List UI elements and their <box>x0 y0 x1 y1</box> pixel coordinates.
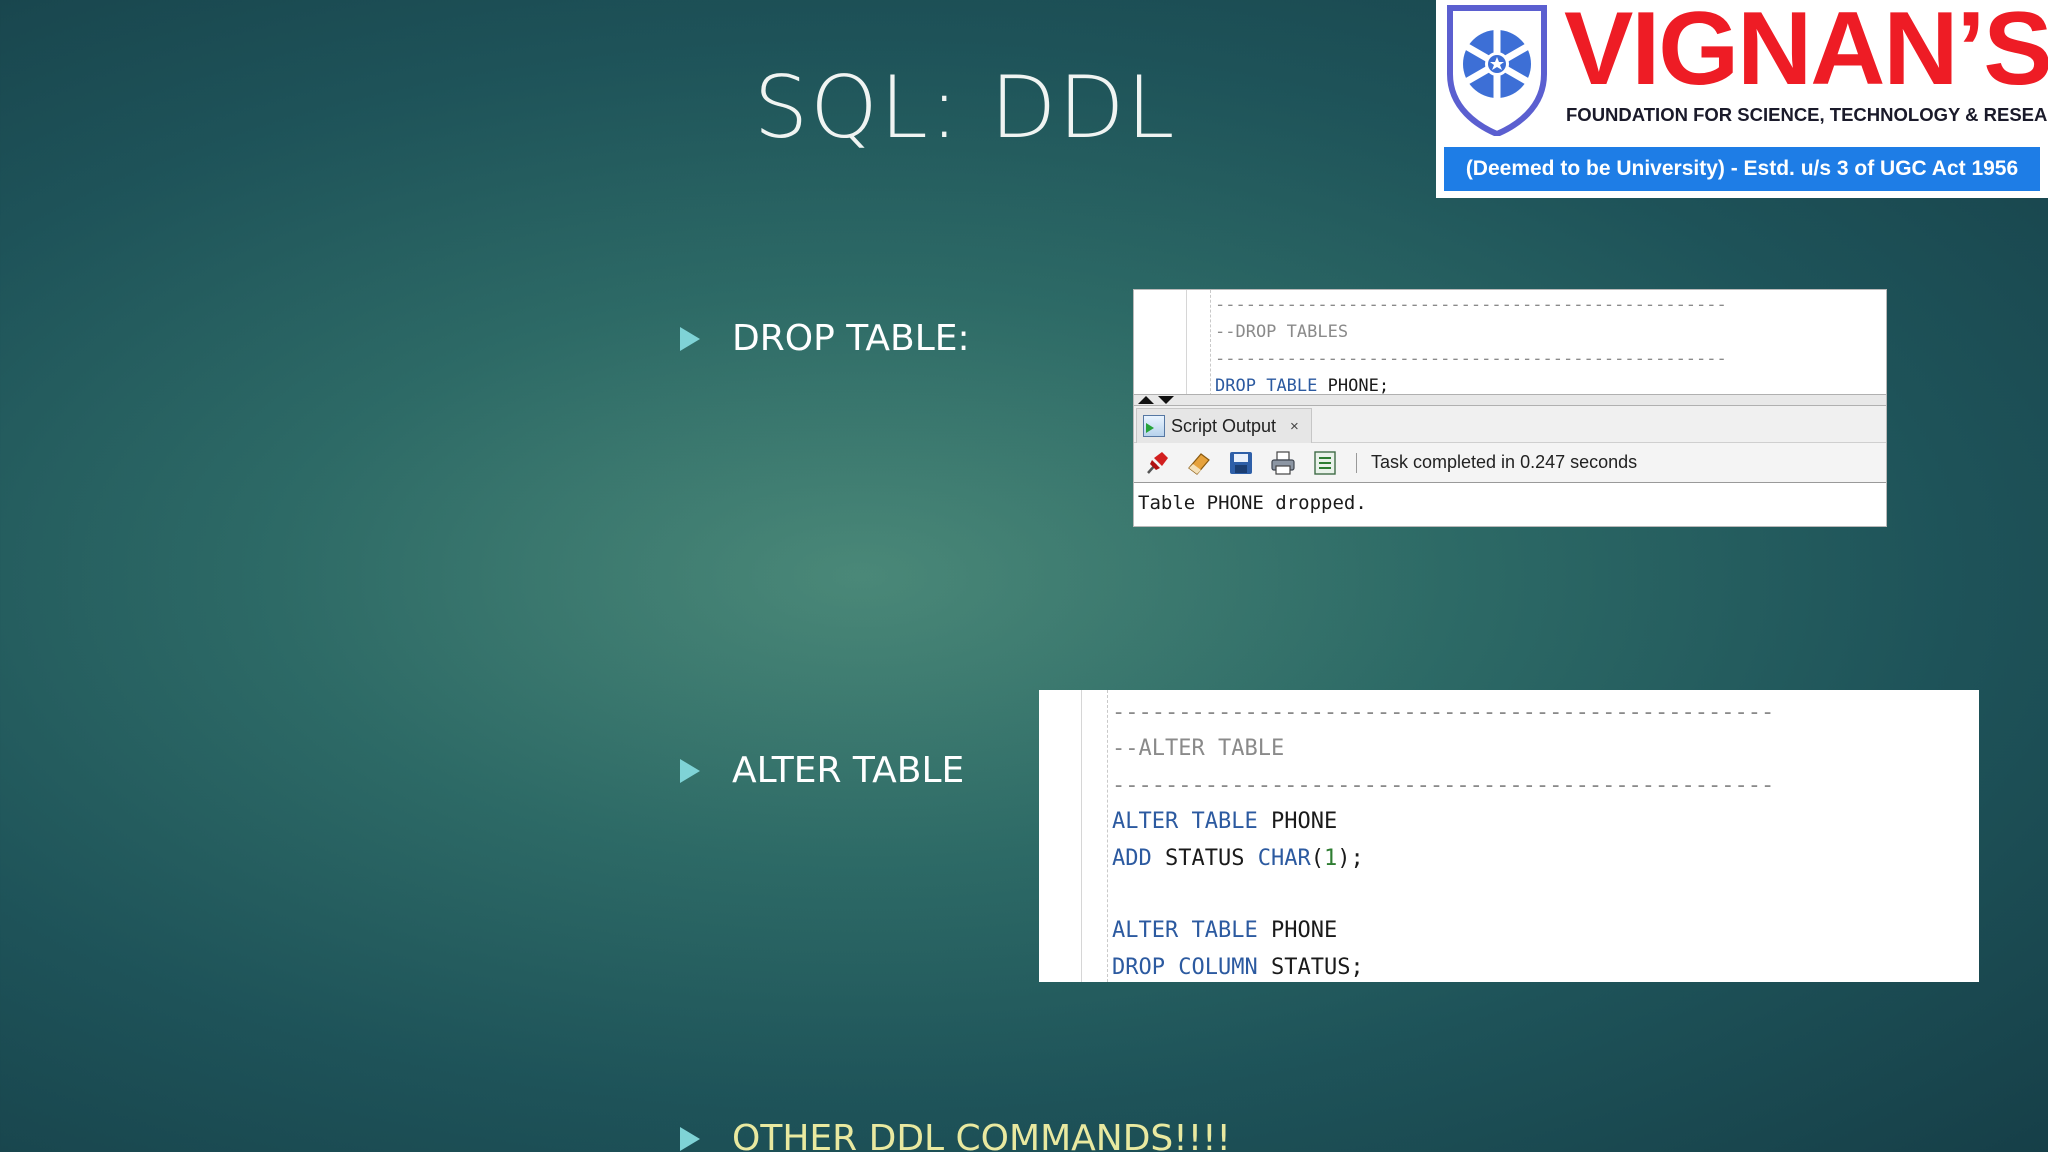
tab-label: Script Output <box>1171 415 1277 436</box>
logo-tagline-band: (Deemed to be University) - Estd. u/s 3 … <box>1444 147 2040 191</box>
statement-line: ALTER TABLE PHONE <box>1108 804 1979 840</box>
panel-splitter[interactable] <box>1134 394 1886 406</box>
identifier: STATUS; <box>1257 954 1364 980</box>
keyword: ALTER <box>1112 809 1179 835</box>
identifier: PHONE <box>1257 918 1338 944</box>
bullet-label: OTHER DDL COMMANDS!!!! <box>732 1118 1231 1152</box>
keyword: ALTER <box>1112 918 1179 944</box>
bullet-other-ddl: OTHER DDL COMMANDS!!!! <box>680 1118 1231 1152</box>
keyword: ADD <box>1112 845 1152 871</box>
save-icon <box>1230 451 1252 474</box>
statement-line: DROP COLUMN STATUS; <box>1108 950 1979 982</box>
slide-title: SQL: DDL <box>753 58 1177 158</box>
separator-line: ----------------------------------------… <box>1215 349 1727 369</box>
keyword: DROP <box>1112 954 1165 980</box>
paren: ); <box>1337 845 1364 871</box>
university-logo: VIGNAN’S FOUNDATION FOR SCIENCE, TECHNOL… <box>1436 0 2048 198</box>
open-file-icon <box>1314 450 1336 475</box>
number-literal: 1 <box>1323 845 1338 871</box>
eraser-icon <box>1188 452 1210 475</box>
pin-button[interactable] <box>1142 448 1172 478</box>
comment-line: --ALTER TABLE <box>1112 736 1285 762</box>
output-tabbar: Script Output × <box>1134 406 1886 443</box>
clear-button[interactable] <box>1184 448 1214 478</box>
output-line: Table PHONE dropped. <box>1138 492 1367 514</box>
pin-icon <box>1147 451 1168 474</box>
toolbar-separator <box>1356 452 1357 473</box>
bullet-arrow-icon <box>680 758 700 783</box>
close-icon[interactable]: × <box>1290 418 1299 435</box>
save-button[interactable] <box>1226 448 1256 478</box>
statement-line: ADD STATUS CHAR(1); <box>1108 841 1979 877</box>
logo-name: VIGNAN’S <box>1564 0 2048 107</box>
bullet-drop-table: DROP TABLE: <box>680 318 970 359</box>
separator-line: ----------------------------------------… <box>1215 295 1727 315</box>
identifier: PHONE; <box>1327 376 1390 396</box>
statement-line: ALTER TABLE PHONE <box>1108 913 1979 949</box>
keyword: COLUMN <box>1178 954 1258 980</box>
bullet-label: DROP TABLE: <box>732 318 970 359</box>
identifier: PHONE <box>1257 809 1338 835</box>
keyword: TABLE <box>1266 376 1318 396</box>
print-button[interactable] <box>1268 448 1298 478</box>
shield-emblem-icon <box>1447 5 1547 136</box>
collapse-down-icon[interactable] <box>1158 396 1174 404</box>
open-file-button[interactable] <box>1310 448 1340 478</box>
print-icon <box>1271 450 1295 475</box>
code-area[interactable]: ----------------------------------------… <box>1107 690 1979 982</box>
identifier: STATUS <box>1151 845 1258 871</box>
alter-table-screenshot: ----------------------------------------… <box>1039 690 1979 982</box>
drop-table-screenshot: ----------------------------------------… <box>1133 289 1887 527</box>
bullet-label: ALTER TABLE <box>732 750 965 791</box>
keyword: TABLE <box>1191 918 1258 944</box>
keyword: CHAR <box>1257 845 1311 871</box>
output-toolbar: Task completed in 0.247 seconds <box>1134 443 1886 483</box>
bullet-alter-table: ALTER TABLE <box>680 750 964 791</box>
logo-foundation-text: FOUNDATION FOR SCIENCE, TECHNOLOGY & RES… <box>1566 104 2048 125</box>
script-output-icon <box>1143 415 1165 437</box>
paren: ( <box>1310 845 1324 871</box>
separator-line: ----------------------------------------… <box>1112 700 1775 725</box>
separator-line: ----------------------------------------… <box>1112 772 1775 798</box>
comment-line: --DROP TABLES <box>1215 322 1349 342</box>
task-status-text: Task completed in 0.247 seconds <box>1371 452 1638 472</box>
keyword: TABLE <box>1191 809 1258 835</box>
script-output-area[interactable]: Table PHONE dropped. <box>1134 484 1886 526</box>
collapse-up-icon[interactable] <box>1138 396 1154 404</box>
bullet-arrow-icon <box>680 326 700 351</box>
editor-gutter <box>1134 290 1187 394</box>
keyword: DROP <box>1215 376 1256 396</box>
tab-script-output[interactable]: Script Output × <box>1136 408 1312 443</box>
code-area[interactable]: ----------------------------------------… <box>1210 290 1886 396</box>
sql-worksheet-editor[interactable]: ----------------------------------------… <box>1134 290 1886 396</box>
bullet-arrow-icon <box>680 1126 700 1151</box>
editor-gutter <box>1039 690 1082 982</box>
